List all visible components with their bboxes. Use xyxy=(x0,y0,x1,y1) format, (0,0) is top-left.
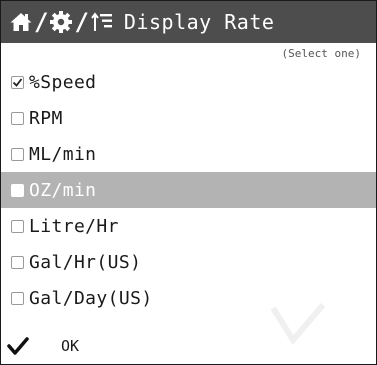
home-icon[interactable] xyxy=(9,10,33,34)
gear-icon[interactable] xyxy=(49,10,73,34)
option-item[interactable]: Gal/Hr(US) xyxy=(1,244,376,280)
ok-label: OK xyxy=(61,337,80,355)
option-label: Gal/Day(US) xyxy=(29,287,153,309)
checkbox[interactable] xyxy=(11,147,24,161)
option-list: %Speed RPM ML/min OZ/min Litre/Hr Gal/Hr(US) G… xyxy=(1,64,376,316)
separator: / xyxy=(74,8,89,36)
option-label: Gal/Hr(US) xyxy=(29,251,142,273)
checkbox[interactable] xyxy=(11,219,24,233)
option-label: Litre/Hr xyxy=(29,215,119,237)
option-item[interactable]: OZ/min xyxy=(1,172,376,208)
option-label: RPM xyxy=(29,107,63,129)
page-title: Display Rate xyxy=(123,10,275,34)
checkbox[interactable] xyxy=(11,75,24,89)
checkbox[interactable] xyxy=(11,255,24,269)
select-hint: (Select one) xyxy=(281,47,361,60)
checkbox[interactable] xyxy=(11,291,24,305)
sort-icon[interactable] xyxy=(90,10,114,34)
option-label: %Speed xyxy=(29,71,97,93)
checkbox[interactable] xyxy=(11,183,24,197)
option-item[interactable]: ML/min xyxy=(1,136,376,172)
background-watermark xyxy=(270,303,326,345)
nav-icons: / / xyxy=(9,1,114,43)
title-bar: / / Display Rate xyxy=(1,1,376,43)
option-label: OZ/min xyxy=(29,179,97,201)
option-label: ML/min xyxy=(29,143,97,165)
option-item[interactable]: Litre/Hr xyxy=(1,208,376,244)
separator: / xyxy=(34,8,49,36)
checkmark-icon xyxy=(7,337,29,355)
option-item[interactable]: %Speed xyxy=(1,64,376,100)
checkbox-check-icon xyxy=(12,77,23,87)
checkbox[interactable] xyxy=(11,111,24,125)
option-item[interactable]: RPM xyxy=(1,100,376,136)
